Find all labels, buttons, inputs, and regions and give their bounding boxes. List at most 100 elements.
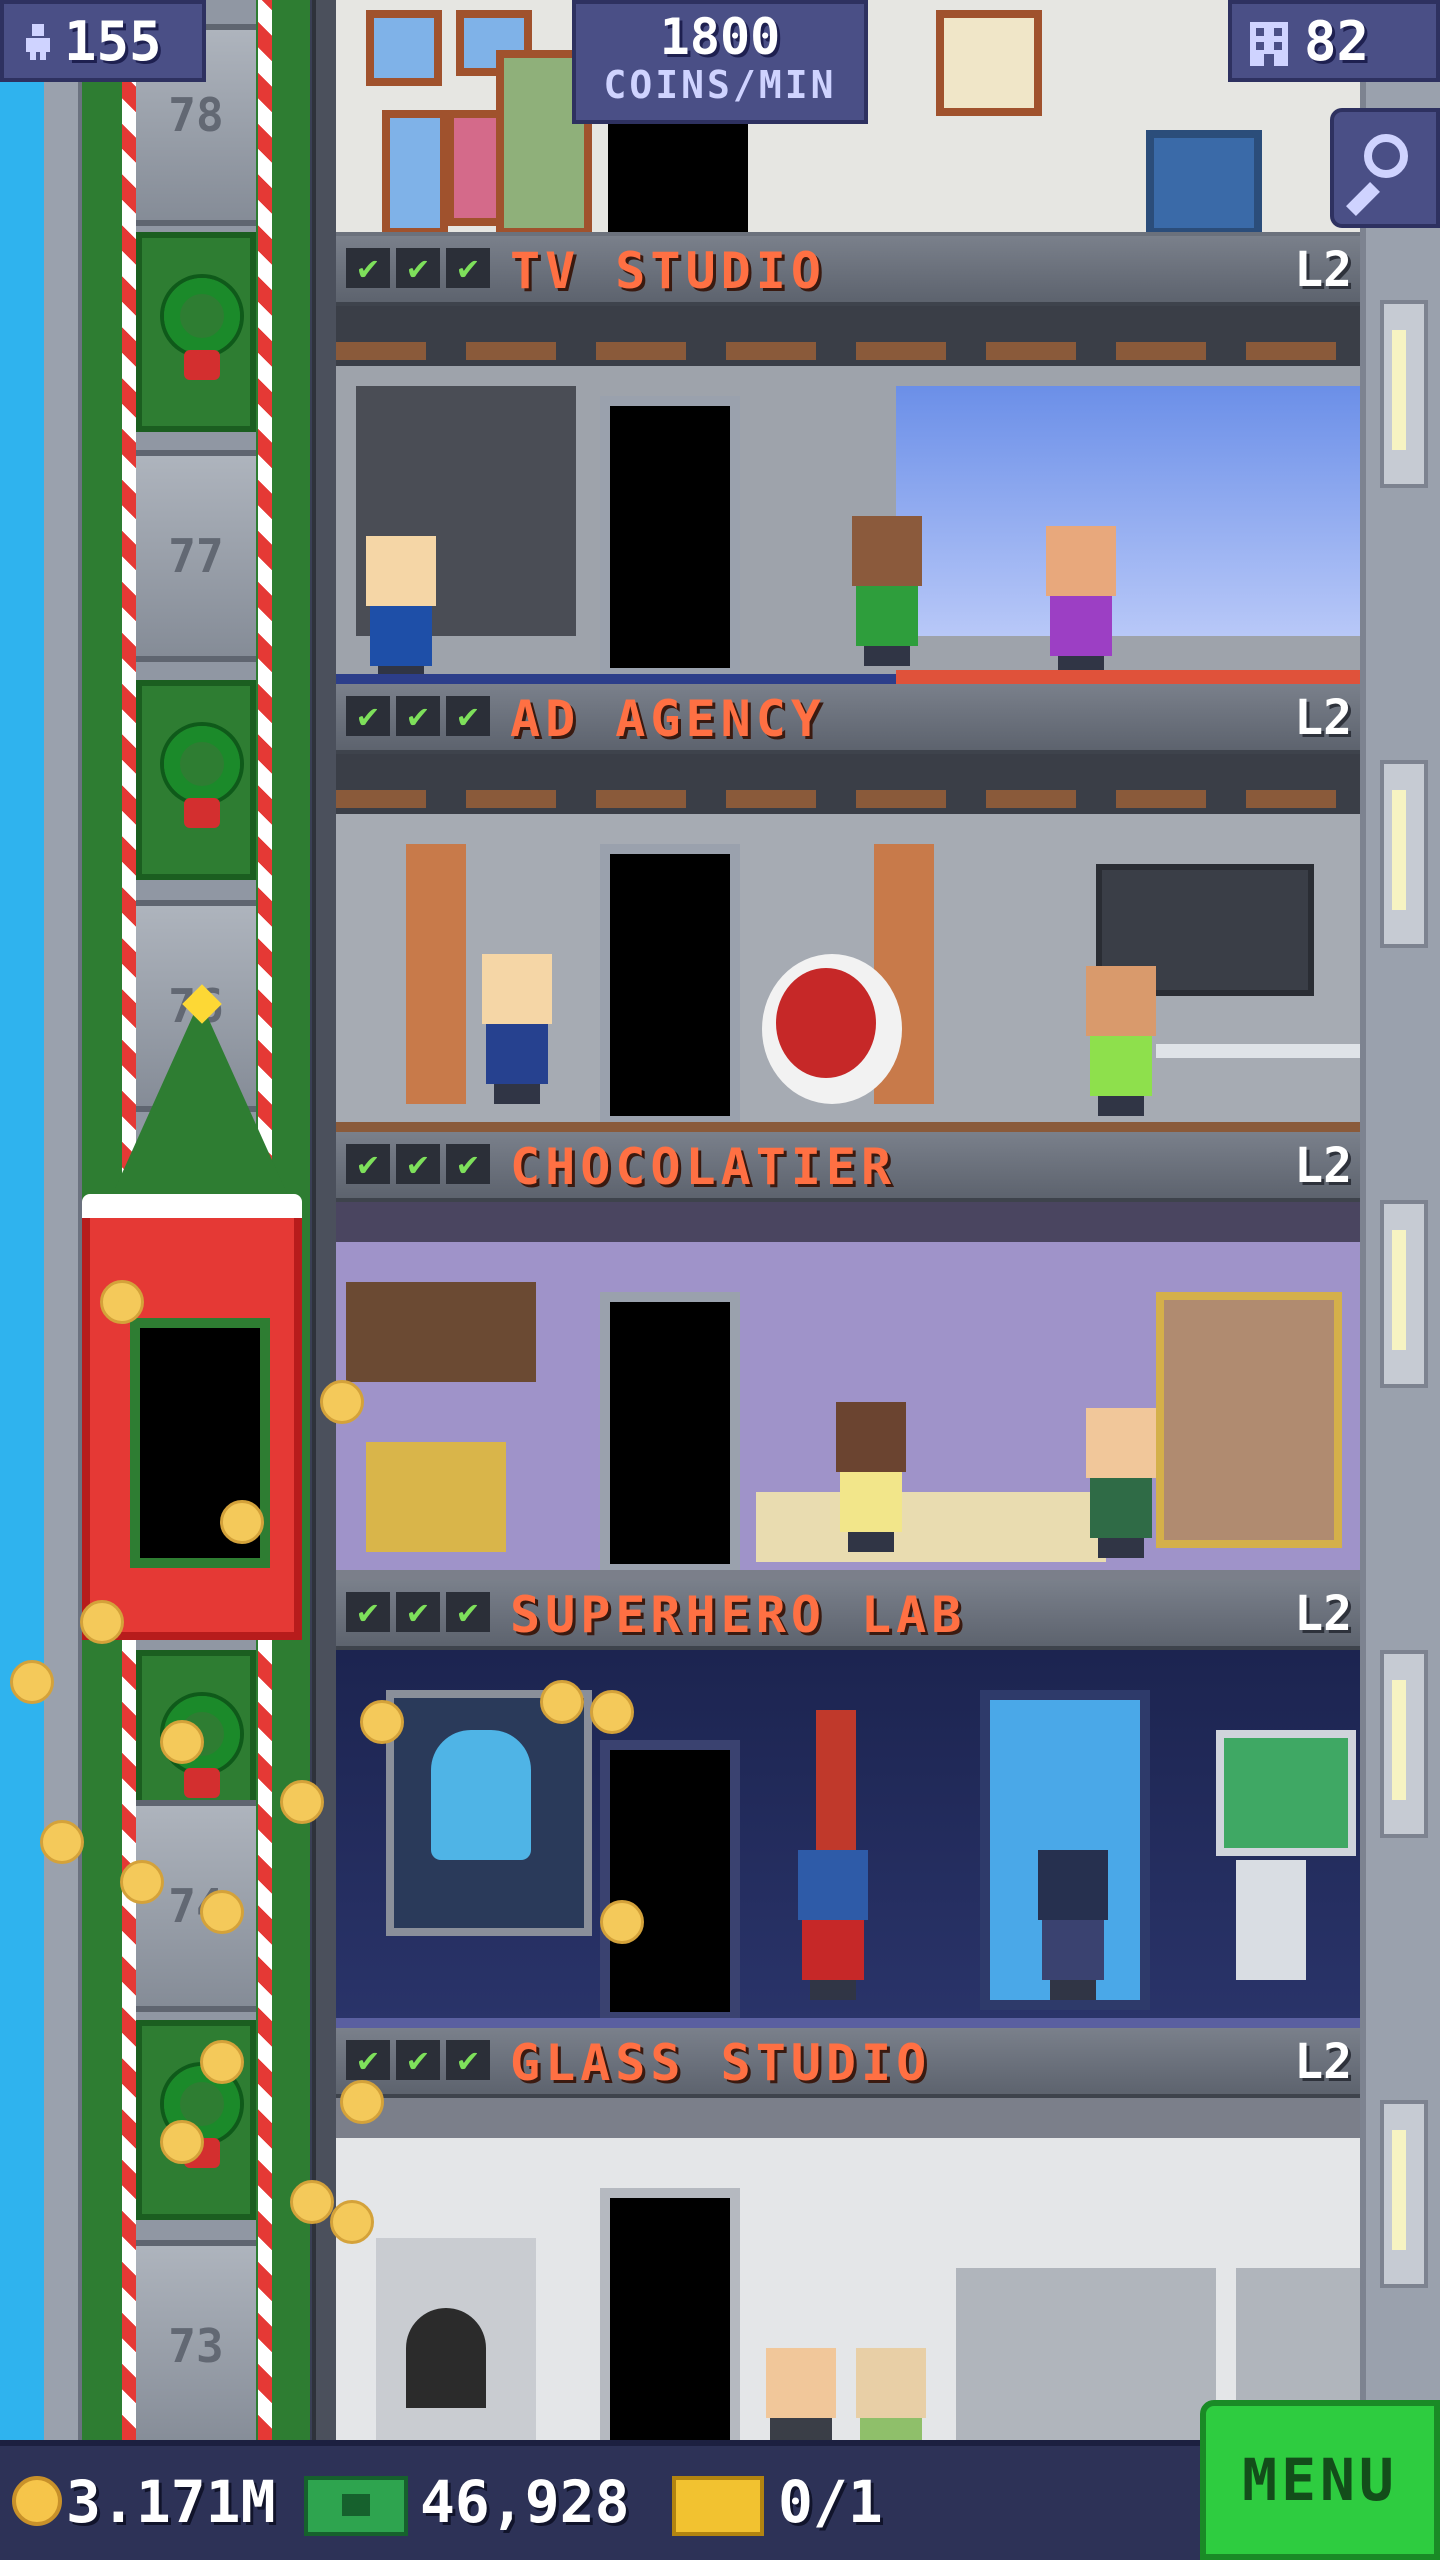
floor-count-value: 82 — [1304, 10, 1370, 73]
furnace-opening — [406, 2308, 486, 2408]
doorway — [600, 396, 740, 678]
menu-button[interactable]: MENU — [1200, 2400, 1440, 2560]
floor-stars: ✔ ✔ ✔ — [346, 696, 490, 736]
tenant-character[interactable] — [1036, 526, 1126, 676]
ceiling — [336, 2098, 1360, 2138]
magnifier-handle — [1346, 182, 1380, 216]
floor-header: ✔ ✔ ✔ AD AGENCY L2 — [336, 684, 1360, 754]
tenant-character[interactable] — [356, 536, 446, 684]
picture-frame — [382, 110, 448, 232]
coin-particle — [360, 1700, 404, 1744]
chocolate-tank — [1156, 1292, 1342, 1548]
floor-level: L2 — [1294, 2034, 1352, 2090]
computer-terminal — [1236, 1860, 1306, 1980]
coin-particle — [290, 2180, 334, 2224]
floor-stars: ✔ ✔ ✔ — [346, 2040, 490, 2080]
window-light — [1392, 790, 1406, 910]
floor-header: ✔ ✔ ✔ TV STUDIO L2 — [336, 236, 1360, 306]
coin-icon — [12, 2476, 62, 2526]
floor-level: L2 — [1294, 1586, 1352, 1642]
check-icon: ✔ — [446, 1592, 490, 1632]
floor-chocolatier[interactable]: ✔ ✔ ✔ CHOCOLATIER L2 — [336, 1132, 1360, 1580]
tenant-character[interactable] — [1076, 966, 1166, 1116]
population-badge[interactable]: 155 — [0, 0, 206, 82]
art-supply-cabinet — [1146, 130, 1262, 232]
check-icon: ✔ — [446, 1144, 490, 1184]
tenant-character[interactable] — [842, 516, 932, 666]
counter — [756, 1492, 1106, 1562]
stage-edge — [896, 670, 1360, 684]
tenant-character[interactable] — [1076, 1408, 1166, 1558]
coin-particle — [320, 1380, 364, 1424]
floor-name: TV STUDIO — [510, 242, 826, 300]
glass-shelf — [956, 2268, 1216, 2468]
floor-room — [336, 754, 1360, 1132]
magnifier-icon — [1364, 134, 1408, 178]
christmas-tree-icon — [110, 1000, 290, 1200]
tickets-value: 0/1 — [778, 2468, 883, 2536]
check-icon: ✔ — [346, 1592, 390, 1632]
coin-particle — [330, 2200, 374, 2244]
floor-name: CHOCOLATIER — [510, 1138, 897, 1196]
bow-icon — [184, 798, 220, 828]
coin-particle — [10, 1660, 54, 1704]
floor-room — [336, 1202, 1360, 1580]
floor-room — [336, 306, 1360, 684]
floor-name: SUPERHERO LAB — [510, 1586, 967, 1644]
tenant-character[interactable] — [788, 1850, 878, 2000]
tenant-character[interactable] — [826, 1402, 916, 1552]
wreath-icon — [164, 726, 240, 802]
building-icon — [1250, 22, 1288, 66]
search-button[interactable] — [1330, 108, 1440, 228]
tenant-character[interactable] — [1028, 1850, 1118, 2000]
picture-frame — [936, 10, 1042, 116]
coin-particle — [280, 1780, 324, 1824]
floor-tv-studio[interactable]: ✔ ✔ ✔ TV STUDIO L2 — [336, 236, 1360, 684]
tenant-character[interactable] — [472, 954, 562, 1104]
person-icon — [26, 24, 50, 60]
elevator-roof — [82, 1194, 302, 1218]
tower-bux-value: 46,928 — [420, 2468, 630, 2536]
floor-stars: ✔ ✔ ✔ — [346, 1144, 490, 1184]
menu-label: MENU — [1242, 2446, 1398, 2514]
shaft-floor-number: 77 — [136, 450, 256, 662]
coin-particle — [200, 2040, 244, 2084]
floor-ad-agency[interactable]: ✔ ✔ ✔ AD AGENCY L2 — [336, 684, 1360, 1132]
check-icon: ✔ — [396, 2040, 440, 2080]
floor-header: ✔ ✔ ✔ GLASS STUDIO L2 — [336, 2028, 1360, 2098]
sky-background — [0, 0, 44, 2440]
window-light — [1392, 1230, 1406, 1350]
coin-particle — [540, 1680, 584, 1724]
wall-map — [1216, 1730, 1356, 1856]
coin-rate-badge[interactable]: 1800 COINS/MIN — [572, 0, 868, 124]
coin-particle — [220, 1500, 264, 1544]
elevator-car[interactable] — [82, 1194, 302, 1640]
floor-name: GLASS STUDIO — [510, 2034, 932, 2092]
coin-particle — [200, 1890, 244, 1934]
coin-particle — [80, 1600, 124, 1644]
floor-count-badge[interactable]: 82 — [1228, 0, 1440, 82]
floor-room — [336, 1650, 1360, 2028]
check-icon: ✔ — [396, 1144, 440, 1184]
doorway — [600, 2188, 740, 2470]
check-icon: ✔ — [346, 248, 390, 288]
ceiling — [336, 1202, 1360, 1242]
coin-particle — [600, 1900, 644, 1944]
coin-rate-value: 1800 — [659, 8, 781, 66]
picture-frame — [366, 10, 442, 86]
floor-header: ✔ ✔ ✔ CHOCOLATIER L2 — [336, 1132, 1360, 1202]
chocolate-shelf — [346, 1282, 536, 1382]
studio-backdrop — [896, 386, 1360, 636]
check-icon: ✔ — [396, 248, 440, 288]
doorway — [600, 844, 740, 1126]
doorway — [600, 1740, 740, 2022]
coin-particle — [120, 1860, 164, 1904]
doorway — [608, 120, 748, 232]
check-icon: ✔ — [396, 696, 440, 736]
doorway — [600, 1292, 740, 1574]
floor-superhero-lab[interactable]: ✔ ✔ ✔ SUPERHERO LAB L2 — [336, 1580, 1360, 2028]
wood-pillar — [406, 844, 466, 1104]
check-icon: ✔ — [446, 696, 490, 736]
floor-level: L2 — [1294, 690, 1352, 746]
check-icon: ✔ — [396, 1592, 440, 1632]
